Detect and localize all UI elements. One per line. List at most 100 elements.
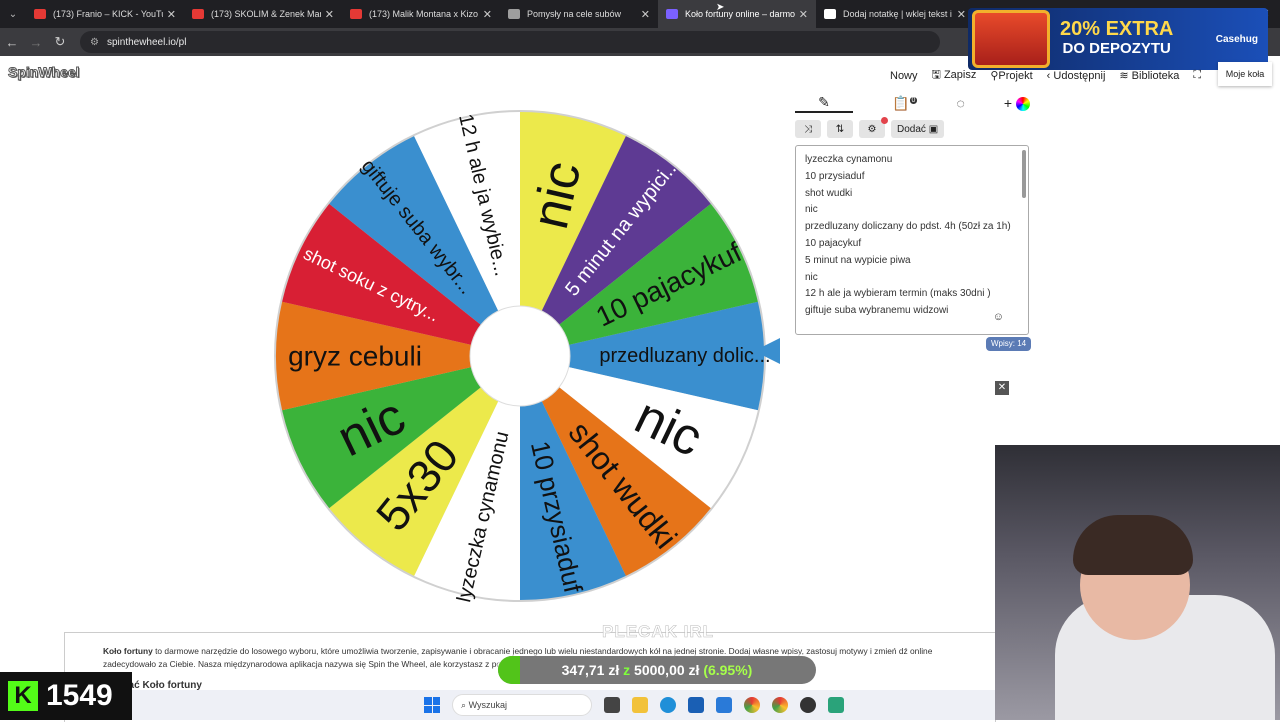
url-field[interactable]: ⚙ spinthewheel.io/pl xyxy=(80,31,940,53)
taskbar: ⌕ Wyszukaj xyxy=(132,690,996,720)
tab-close-icon[interactable]: ✕ xyxy=(483,8,492,21)
browser-tab[interactable]: (173) SKOLIM & Zenek Martyniuk ✕ xyxy=(184,0,342,28)
entry-line: 10 przysiaduf xyxy=(805,170,865,182)
edit-pencil-icon[interactable]: ✎ xyxy=(795,94,853,113)
settings-dot xyxy=(881,117,888,124)
ad-brand: Casehug xyxy=(1215,34,1258,45)
outlook-icon[interactable] xyxy=(716,697,732,713)
fullscreen-icon[interactable]: ⛶ xyxy=(1193,69,1201,82)
entry-line: shot wudki xyxy=(805,187,853,199)
add-color-icon[interactable]: + xyxy=(1004,95,1030,112)
tab-close-icon[interactable]: ✕ xyxy=(167,8,176,21)
menu-new[interactable]: Nowy xyxy=(890,70,918,82)
top-menu: Nowy 🖫 Zapisz ⚲Projekt ‹ Udostępnij ≋ Bi… xyxy=(890,66,1201,85)
browser-tab[interactable]: (173) Franio – KICK - YouTube ✕ xyxy=(26,0,184,28)
wheel-segment-label: przedluzany dolic... xyxy=(599,345,770,367)
gear-icon: ⚙ xyxy=(867,123,877,135)
person-hair xyxy=(1073,515,1193,575)
tab-close-icon[interactable]: ✕ xyxy=(799,8,808,21)
kick-viewer-count: 1549 xyxy=(46,679,113,712)
webcam-overlay xyxy=(995,445,1280,720)
image-icon: ▣ xyxy=(928,123,939,135)
tab-favicon-icon xyxy=(350,9,362,19)
tab-favicon-icon xyxy=(508,9,520,19)
entry-line: 5 minut na wypicie piwa xyxy=(805,254,911,266)
site-logo[interactable]: SpinWheel xyxy=(8,64,81,81)
store-icon[interactable] xyxy=(688,697,704,713)
entry-line: lyzeczka cynamonu xyxy=(805,154,893,165)
browser-tab[interactable]: Dodaj notatkę | wklej tekst i udo ✕ xyxy=(816,0,974,28)
hide-eye-icon[interactable]: ◌ xyxy=(957,95,965,111)
sort-button[interactable]: ⇅ xyxy=(827,120,853,138)
browser-tab[interactable]: (173) Malik Montana x Kizo - C ✕ xyxy=(342,0,500,28)
wheel-center-hub[interactable] xyxy=(469,305,571,407)
tab-title: (173) SKOLIM & Zenek Martyniuk xyxy=(211,9,321,19)
clipboard-icon[interactable]: 📋 0 xyxy=(892,95,918,112)
goal-percent: (6.95%) xyxy=(703,662,753,678)
edge-icon[interactable] xyxy=(660,697,676,713)
entries-scrollbar[interactable] xyxy=(1022,150,1026,198)
clipboard-badge: 0 xyxy=(909,96,918,104)
notes-app-icon[interactable] xyxy=(828,697,844,713)
file-explorer-icon[interactable] xyxy=(632,697,648,713)
browser-tab[interactable]: Pomysły na cele subów ✕ xyxy=(500,0,658,28)
tab-favicon-icon xyxy=(192,9,204,19)
goal-current: 347,71 zł xyxy=(561,662,620,678)
tab-close-icon[interactable]: ✕ xyxy=(641,8,650,21)
tab-close-icon[interactable]: ✕ xyxy=(957,8,966,21)
menu-library-label: Biblioteka xyxy=(1131,70,1180,82)
entry-line: giftuje suba wybranemu widzowi xyxy=(805,305,949,317)
emoji-icon[interactable]: ☺ xyxy=(993,309,1004,326)
sort-icon: ⇅ xyxy=(835,123,845,135)
chrome-icon[interactable] xyxy=(744,697,760,713)
menu-save[interactable]: 🖫 Zapisz xyxy=(932,66,977,85)
ad-subline: DO DEPOZYTU xyxy=(1062,40,1171,57)
tab-favicon-icon xyxy=(824,9,836,19)
obs-icon[interactable] xyxy=(800,697,816,713)
search-icon: ⌕ xyxy=(461,699,467,710)
add-image-label: Dodać xyxy=(897,123,926,135)
windows-start-icon[interactable] xyxy=(424,697,440,713)
mouse-cursor-icon: ➤ xyxy=(716,2,725,13)
forward-icon[interactable]: → xyxy=(24,35,48,50)
taskbar-search[interactable]: ⌕ Wyszukaj xyxy=(452,694,592,716)
add-image-button[interactable]: Dodać ▣ xyxy=(891,120,945,138)
my-wheels-button[interactable]: Moje koła xyxy=(1218,62,1272,86)
shuffle-button[interactable]: ⤨ xyxy=(795,120,821,138)
menu-save-label: Zapisz xyxy=(943,69,977,81)
menu-project-label: Projekt xyxy=(998,70,1033,82)
task-view-icon[interactable] xyxy=(604,697,620,713)
entry-line: nic xyxy=(805,271,818,283)
url-text: spinthewheel.io/pl xyxy=(106,36,187,48)
settings-button[interactable]: ⚙ xyxy=(859,117,888,138)
tab-title: (173) Franio – KICK - YouTube xyxy=(53,9,163,19)
menu-share[interactable]: ‹ Udostępnij xyxy=(1047,70,1106,82)
tab-title: Koło fortuny online – darmowe xyxy=(685,9,795,19)
spin-wheel[interactable]: przedluzany dolic...nicshot wudki10 przy… xyxy=(270,106,770,606)
site-info-icon[interactable]: ⚙ xyxy=(90,37,99,48)
close-ad-icon[interactable]: ✕ xyxy=(995,381,1009,395)
ad-headline: 20% EXTRA xyxy=(1060,18,1174,40)
back-icon[interactable]: ← xyxy=(0,35,24,50)
entries-textarea[interactable]: lyzeczka cynamonu 10 przysiaduf shot wudki… xyxy=(795,145,1029,335)
donation-goal-text: 347,71 zł z 5000,00 zł (6.95%) xyxy=(498,656,816,684)
goal-target: 5000,00 zł xyxy=(634,662,700,678)
ad-banner[interactable]: 20% EXTRA DO DEPOZYTU Casehug xyxy=(968,8,1268,70)
menu-project[interactable]: ⚲Projekt xyxy=(990,69,1032,82)
goal-sep: z xyxy=(623,662,631,678)
chrome-active-icon[interactable] xyxy=(772,697,788,713)
tab-close-icon[interactable]: ✕ xyxy=(325,8,334,21)
donation-goal-bar: 347,71 zł z 5000,00 zł (6.95%) xyxy=(498,656,816,684)
share-icon: ‹ xyxy=(1046,69,1051,82)
browser-tab[interactable]: Koło fortuny online – darmowe ✕ xyxy=(658,0,816,28)
menu-library[interactable]: ≋ Biblioteka xyxy=(1119,69,1179,82)
entry-line: 10 pajacykuf xyxy=(805,237,862,249)
tab-title: Dodaj notatkę | wklej tekst i udo xyxy=(843,9,953,19)
tab-title: (173) Malik Montana x Kizo - C xyxy=(369,9,479,19)
reload-icon[interactable]: ↻ xyxy=(48,34,72,50)
taskbar-search-label: Wyszukaj xyxy=(468,700,507,710)
wheel-segment-label: gryz cebuli xyxy=(288,341,422,372)
tab-search-icon[interactable]: ⌄ xyxy=(0,0,26,28)
library-icon: ≋ xyxy=(1119,70,1129,82)
tab-favicon-icon xyxy=(34,9,46,19)
